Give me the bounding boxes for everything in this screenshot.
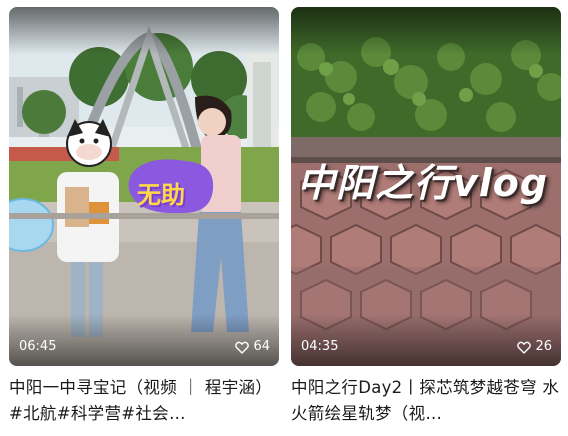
like-count-value: 64 bbox=[253, 339, 270, 354]
top-shade bbox=[9, 7, 279, 55]
video-grid: 无助 06:45 64 中阳一中寻宝记（视频 ｜ 程宇涵）#北航#科学营#社会… bbox=[0, 0, 568, 436]
video-card[interactable]: 无助 06:45 64 中阳一中寻宝记（视频 ｜ 程宇涵）#北航#科学营#社会… bbox=[9, 7, 279, 427]
top-shade bbox=[291, 7, 561, 55]
sticker-text: 无助 bbox=[137, 181, 185, 209]
overlay-title-text: 中阳之行vlog bbox=[297, 161, 549, 205]
video-thumbnail[interactable]: 无助 06:45 64 bbox=[9, 7, 279, 366]
like-count[interactable]: 64 bbox=[235, 339, 270, 355]
video-title[interactable]: 中阳一中寻宝记（视频 ｜ 程宇涵）#北航#科学营#社会… bbox=[9, 375, 279, 427]
video-card[interactable]: 中阳之行vlog 04:35 26 中阳之行Day2丨探芯筑梦越苍穹 水火箭绘星… bbox=[291, 7, 561, 427]
video-thumbnail[interactable]: 中阳之行vlog 04:35 26 bbox=[291, 7, 561, 366]
video-title[interactable]: 中阳之行Day2丨探芯筑梦越苍穹 水火箭绘星轨梦（视… bbox=[291, 375, 561, 427]
heart-outline-icon bbox=[235, 341, 250, 354]
video-duration: 06:45 bbox=[19, 339, 57, 354]
like-count-value: 26 bbox=[535, 339, 552, 354]
video-duration: 04:35 bbox=[301, 339, 339, 354]
like-count[interactable]: 26 bbox=[517, 339, 552, 355]
heart-outline-icon bbox=[517, 341, 532, 354]
